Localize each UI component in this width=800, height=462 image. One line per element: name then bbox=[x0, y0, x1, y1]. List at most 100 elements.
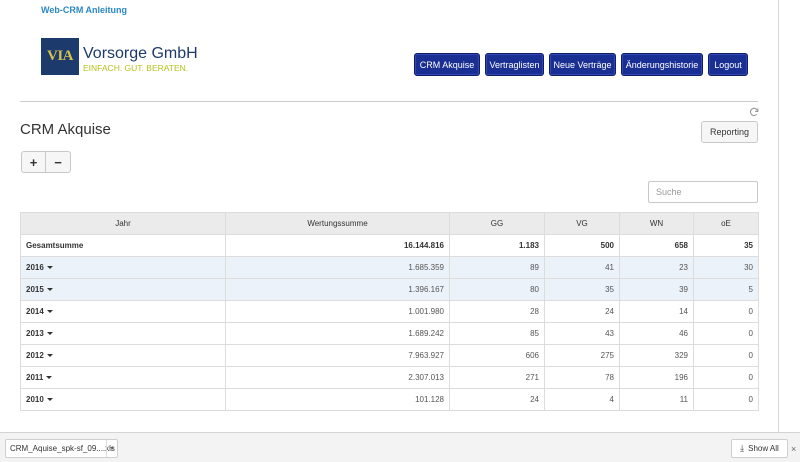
table-cell: 24 bbox=[544, 300, 620, 323]
table-cell: 329 bbox=[619, 344, 694, 367]
caret-down-icon[interactable] bbox=[46, 266, 53, 270]
show-all-label: Show All bbox=[748, 444, 779, 453]
table-cell: 0 bbox=[693, 300, 759, 323]
table-row[interactable]: 2010 101.128 24 4 11 0 bbox=[20, 388, 759, 411]
year-toggle[interactable]: 2016 bbox=[20, 256, 226, 279]
year-label: 2016 bbox=[26, 263, 44, 272]
logo-mark-text: VIA bbox=[46, 48, 74, 64]
total-cell: 35 bbox=[693, 234, 759, 257]
year-label: 2015 bbox=[26, 285, 44, 294]
table-cell: 30 bbox=[693, 256, 759, 279]
nav-logout-button[interactable]: Logout bbox=[708, 53, 748, 76]
page-title: CRM Akquise bbox=[20, 121, 111, 138]
manual-link[interactable]: Web-CRM Anleitung bbox=[41, 5, 127, 15]
caret-down-icon[interactable] bbox=[46, 376, 53, 380]
nav-neue-vertraege-button[interactable]: Neue Verträge bbox=[549, 53, 616, 76]
logo-wordmark: Vorsorge GmbH EINFACH. GUT. BERATEN. bbox=[83, 38, 198, 73]
nav-vertraglisten-button[interactable]: Vertraglisten bbox=[485, 53, 544, 76]
year-label: 2013 bbox=[26, 329, 44, 338]
reporting-button[interactable]: Reporting bbox=[701, 121, 758, 143]
table-cell: 23 bbox=[619, 256, 694, 279]
chevron-down-icon[interactable]: ▾ bbox=[106, 440, 117, 457]
logo-slogan: EINFACH. GUT. BERATEN. bbox=[83, 63, 189, 73]
total-label: Gesamtsumme bbox=[20, 234, 226, 257]
table-cell: 4 bbox=[544, 388, 620, 411]
table-row[interactable]: 2014 1.001.980 28 24 14 0 bbox=[20, 300, 759, 323]
table-cell: 1.396.167 bbox=[225, 278, 450, 301]
total-cell: 16.144.816 bbox=[225, 234, 450, 257]
column-header-wertungssumme[interactable]: Wertungssumme bbox=[225, 212, 450, 235]
caret-down-icon[interactable] bbox=[46, 354, 53, 358]
column-header-vg[interactable]: VG bbox=[544, 212, 620, 235]
logo-name: Vorsorge GmbH bbox=[83, 45, 198, 62]
company-logo[interactable]: VIA Vorsorge GmbH EINFACH. GUT. BERATEN. bbox=[41, 38, 198, 76]
table-cell: 14 bbox=[619, 300, 694, 323]
table-cell: 271 bbox=[449, 366, 545, 389]
table-row[interactable]: 2012 7.963.927 606 275 329 0 bbox=[20, 344, 759, 367]
collapse-all-button[interactable]: − bbox=[46, 151, 71, 173]
expand-all-button[interactable]: + bbox=[21, 151, 46, 173]
table-cell: 101.128 bbox=[225, 388, 450, 411]
table-cell: 196 bbox=[619, 366, 694, 389]
column-header-gg[interactable]: GG bbox=[449, 212, 545, 235]
year-label: 2014 bbox=[26, 307, 44, 316]
table-row[interactable]: 2016 1.685.359 89 41 23 30 bbox=[20, 256, 759, 279]
table-cell: 1.001.980 bbox=[225, 300, 450, 323]
table-row[interactable]: 2015 1.396.167 80 35 39 5 bbox=[20, 278, 759, 301]
table-cell: 5 bbox=[693, 278, 759, 301]
table-cell: 11 bbox=[619, 388, 694, 411]
expand-collapse-group: + − bbox=[21, 151, 71, 173]
download-file-name: CRM_Aquise_spk-sf_09....xls bbox=[10, 444, 115, 453]
close-icon[interactable]: × bbox=[791, 444, 796, 454]
table-cell: 43 bbox=[544, 322, 620, 345]
table-cell: 35 bbox=[544, 278, 620, 301]
logo-mark: VIA bbox=[41, 38, 79, 75]
total-row: Gesamtsumme 16.144.816 1.183 500 658 35 bbox=[20, 234, 759, 257]
year-label: 2012 bbox=[26, 351, 44, 360]
table-row[interactable]: 2011 2.307.013 271 78 196 0 bbox=[20, 366, 759, 389]
window-margin bbox=[779, 0, 800, 432]
caret-down-icon[interactable] bbox=[46, 310, 53, 314]
column-header-jahr[interactable]: Jahr bbox=[20, 212, 226, 235]
refresh-icon[interactable] bbox=[749, 107, 759, 117]
table-cell: 1.689.242 bbox=[225, 322, 450, 345]
show-all-button[interactable]: ⤓ Show All bbox=[731, 439, 788, 458]
nav-crm-akquise-button[interactable]: CRM Akquise bbox=[414, 53, 480, 76]
total-cell: 658 bbox=[619, 234, 694, 257]
year-toggle[interactable]: 2015 bbox=[20, 278, 226, 301]
column-header-oe[interactable]: oE bbox=[693, 212, 759, 235]
year-toggle[interactable]: 2013 bbox=[20, 322, 226, 345]
year-toggle[interactable]: 2014 bbox=[20, 300, 226, 323]
crm-page: Web-CRM Anleitung VIA Vorsorge GmbH EINF… bbox=[0, 0, 800, 462]
year-label: 2011 bbox=[26, 373, 44, 382]
search-input[interactable] bbox=[648, 181, 758, 203]
table-cell: 1.685.359 bbox=[225, 256, 450, 279]
akquise-table: Jahr Wertungssumme GG VG WN oE Gesamtsum… bbox=[20, 212, 759, 411]
table-cell: 85 bbox=[449, 322, 545, 345]
total-cell: 500 bbox=[544, 234, 620, 257]
table-cell: 46 bbox=[619, 322, 694, 345]
column-header-wn[interactable]: WN bbox=[619, 212, 694, 235]
caret-down-icon[interactable] bbox=[46, 288, 53, 292]
table-cell: 89 bbox=[449, 256, 545, 279]
download-icon: ⤓ bbox=[740, 443, 745, 453]
table-cell: 28 bbox=[449, 300, 545, 323]
table-cell: 24 bbox=[449, 388, 545, 411]
table-cell: 7.963.927 bbox=[225, 344, 450, 367]
download-item[interactable]: CRM_Aquise_spk-sf_09....xls ▾ bbox=[5, 439, 118, 458]
year-toggle[interactable]: 2011 bbox=[20, 366, 226, 389]
year-toggle[interactable]: 2010 bbox=[20, 388, 226, 411]
year-toggle[interactable]: 2012 bbox=[20, 344, 226, 367]
year-label: 2010 bbox=[26, 395, 44, 404]
table-cell: 80 bbox=[449, 278, 545, 301]
nav-aenderungshistorie-button[interactable]: Änderungshistorie bbox=[621, 53, 703, 76]
table-cell: 78 bbox=[544, 366, 620, 389]
total-cell: 1.183 bbox=[449, 234, 545, 257]
table-row[interactable]: 2013 1.689.242 85 43 46 0 bbox=[20, 322, 759, 345]
table-cell: 275 bbox=[544, 344, 620, 367]
caret-down-icon[interactable] bbox=[46, 398, 53, 402]
caret-down-icon[interactable] bbox=[46, 332, 53, 336]
table-cell: 2.307.013 bbox=[225, 366, 450, 389]
table-cell: 0 bbox=[693, 322, 759, 345]
download-bar: CRM_Aquise_spk-sf_09....xls ▾ ⤓ Show All… bbox=[0, 432, 800, 462]
